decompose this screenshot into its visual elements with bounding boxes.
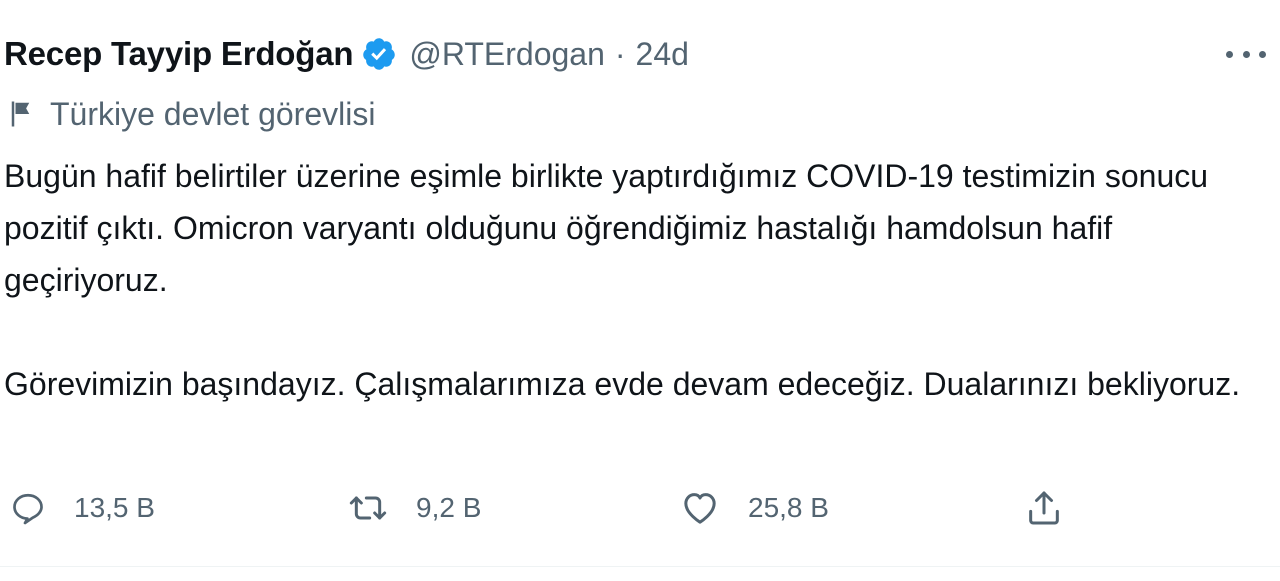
divider — [0, 566, 1280, 567]
reply-button[interactable]: 13,5 B — [10, 482, 155, 534]
more-dot — [1242, 50, 1250, 58]
author-name[interactable]: Recep Tayyip Erdoğan — [4, 35, 354, 73]
retweet-icon — [348, 488, 388, 528]
tweet-paragraph: Bugün hafif belirtiler üzerine eşimle bi… — [4, 158, 1209, 298]
more-options-button[interactable] — [1226, 40, 1266, 68]
more-dot — [1226, 50, 1233, 58]
heart-icon — [680, 488, 720, 528]
account-label: Türkiye devlet görevlisi — [8, 92, 375, 136]
reply-icon — [10, 490, 46, 526]
retweet-count: 9,2 B — [416, 492, 482, 523]
tweet-text: Bugün hafif belirtiler üzerine eşimle bi… — [4, 150, 1254, 410]
author-handle[interactable]: @RTErdogan — [409, 36, 605, 73]
separator-dot: · — [614, 35, 626, 72]
tweet-header: Recep Tayyip Erdoğan @RTErdogan · 24d — [4, 30, 689, 78]
verified-badge-icon — [361, 36, 397, 72]
tweet-paragraph: Görevimizin başındayız. Çalışmalarımıza … — [4, 366, 1241, 402]
like-button[interactable]: 25,8 B — [680, 482, 829, 534]
like-count: 25,8 B — [748, 492, 829, 523]
tweet-actions: 13,5 B 9,2 B 25,8 B — [0, 482, 1280, 534]
account-label-text: Türkiye devlet görevlisi — [50, 95, 376, 132]
flag-icon — [8, 99, 38, 129]
share-button[interactable] — [1024, 482, 1064, 534]
reply-count: 13,5 B — [74, 492, 155, 523]
retweet-button[interactable]: 9,2 B — [348, 482, 481, 534]
more-dot — [1259, 50, 1266, 58]
share-icon — [1024, 488, 1064, 528]
tweet: Recep Tayyip Erdoğan @RTErdogan · 24d Tü… — [0, 0, 1280, 581]
tweet-timestamp[interactable]: 24d — [636, 36, 689, 73]
